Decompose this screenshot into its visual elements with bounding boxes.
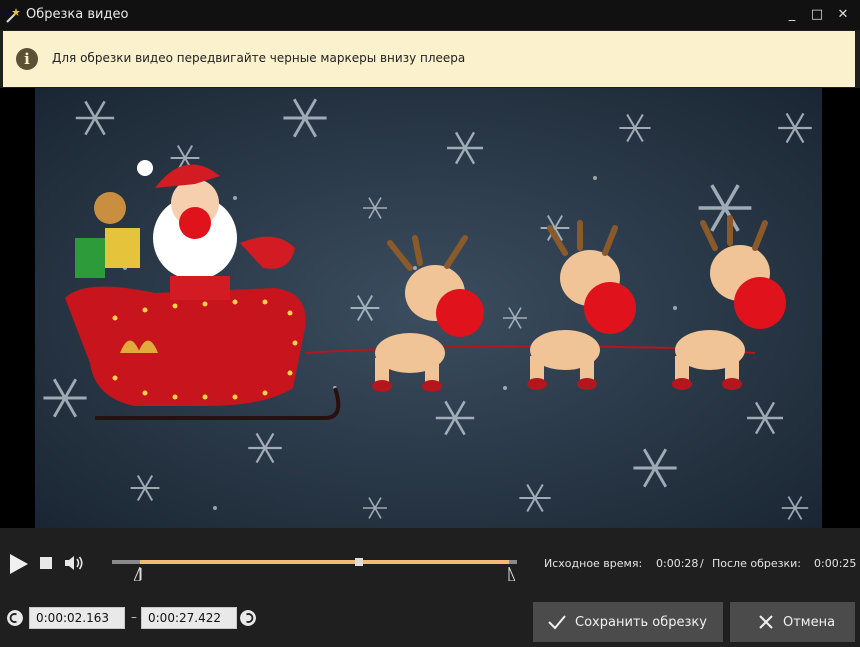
save-trim-button[interactable]: Сохранить обрезку	[533, 602, 723, 642]
cancel-label: Отмена	[783, 615, 836, 630]
playhead-handle[interactable]	[355, 558, 364, 566]
cancel-button[interactable]: Отмена	[730, 602, 855, 642]
save-trim-label: Сохранить обрезку	[575, 615, 707, 630]
window-title: Обрезка видео	[26, 7, 129, 22]
video-preview[interactable]	[35, 88, 822, 528]
after-trim-value: 0:00:25	[814, 557, 857, 570]
hint-banner: i Для обрезки видео передвигайте черные …	[3, 31, 855, 87]
after-trim-label: После обрезки:	[712, 557, 801, 570]
play-icon[interactable]	[8, 553, 30, 575]
video-letterbox-left	[0, 88, 35, 528]
volume-icon[interactable]	[64, 553, 84, 573]
range-dash: –	[131, 610, 137, 624]
title-bar: Обрезка видео _ □ ✕	[0, 0, 860, 30]
magic-wand-icon	[6, 8, 20, 23]
trim-end-input[interactable]	[141, 607, 237, 629]
set-start-icon[interactable]	[7, 610, 23, 626]
trim-start-marker[interactable]	[134, 567, 145, 581]
time-separator: /	[700, 557, 704, 570]
original-time-value: 0:00:28	[656, 557, 699, 570]
trim-end-marker[interactable]	[504, 567, 515, 581]
hint-text: Для обрезки видео передвигайте черные ма…	[52, 51, 466, 65]
info-icon: i	[16, 48, 38, 70]
timeline-selection	[140, 560, 509, 564]
original-time-label: Исходное время:	[544, 557, 643, 570]
video-letterbox-right	[822, 88, 860, 528]
minimize-button[interactable]: _	[778, 0, 806, 30]
checkmark-icon	[548, 615, 566, 630]
close-button[interactable]: ✕	[829, 0, 857, 30]
video-frame-image	[35, 88, 822, 528]
close-icon	[759, 615, 773, 629]
maximize-button[interactable]: □	[803, 0, 831, 30]
trim-start-input[interactable]	[29, 607, 125, 629]
stop-button[interactable]	[40, 557, 52, 569]
set-end-icon[interactable]	[240, 610, 256, 626]
